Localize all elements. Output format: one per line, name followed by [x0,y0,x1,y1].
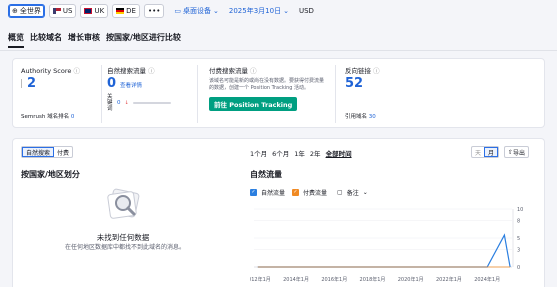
referring-domains-value[interactable]: 30 [369,114,376,120]
y-tick-label: 10 [517,207,523,213]
filter-worldwide[interactable]: ⊕ 全世界 [8,4,45,18]
y-tick-label: 8 [517,219,520,225]
chevron-down-icon: ⌄ [362,189,368,196]
flag-de-icon [116,8,125,14]
empty-state-icon [105,185,143,223]
info-icon: ⓘ [250,67,257,75]
x-tick-label: 2024年1月 [474,276,500,283]
organic-traffic-block: 自然搜索流量 ⓘ 0 查看详情 关键词 0 ↓ [107,65,193,112]
keywords-label: 关键词 [107,94,113,112]
metric-divider [101,65,102,123]
organic-traffic-chart-title: 自然流量 [250,170,282,179]
flag-uk-icon [84,8,93,14]
x-tick-label: 2016年1月 [321,276,347,283]
keywords-bar [132,102,171,104]
toggle-paid[interactable]: 付费 [54,147,72,157]
period-all[interactable]: 全部时间 [326,148,352,158]
y-tick-label: 3 [517,248,520,254]
legend-organic: 自然流量 [261,190,286,197]
organic-traffic-label: 自然搜索流量 [107,67,146,75]
toggle-organic[interactable]: 自然搜索 [22,147,55,157]
backlinks-value[interactable]: 52 [345,76,445,91]
granularity-day[interactable]: 天 [472,147,484,157]
organic-traffic-chart: 0 3 5 8 10 2012年1月 2014年1月 2016年1月 2018年1月 2020年1… [250,207,523,283]
metric-divider [197,65,198,123]
x-tick-label: 2014年1月 [283,276,309,283]
chevron-down-icon: ⌄ [283,7,289,15]
info-icon: ⓘ [73,67,80,75]
authority-score-value[interactable]: 2 [27,76,36,91]
checkbox-checked-icon[interactable]: ✓ [292,189,300,196]
authority-score-label: Authority Score [21,67,72,75]
metric-divider [335,65,336,123]
metrics-card: Authority Score ⓘ 2 Semrush 域名排名 0 自然搜索流… [12,58,545,128]
more-filters-button[interactable]: ••• [144,4,165,18]
chart-legend: ✓ 自然流量 ✓ 付费流量 ▢ 备注 ⌄ [250,188,368,197]
x-tick-label: 2012年1月 [250,276,271,283]
x-tick-label: 2018年1月 [360,276,386,283]
filter-bar: ⊕ 全世界 US UK DE ••• ▭ 桌面设备 ⌄ 2025年3月10日 ⌄… [0,0,557,22]
authority-score-block: Authority Score ⓘ 2 Semrush 域名排名 0 [21,65,101,120]
filter-uk[interactable]: UK [80,4,109,18]
main-tabs: 概览 比较域名 增长审核 按国家/地区进行比较 [8,32,181,48]
y-tick-label: 0 [517,265,520,271]
device-selector[interactable]: ▭ 桌面设备 ⌄ [174,6,219,16]
legend-paid: 付费流量 [303,190,328,197]
organic-series-line [257,233,511,268]
y-tick-label: 5 [517,236,520,242]
semrush-rank-label: Semrush 域名排名 [21,114,70,120]
semrush-rank-value[interactable]: 0 [71,114,75,120]
checkbox-checked-icon[interactable]: ✓ [250,189,257,196]
gauge-icon [21,79,24,88]
period-6m[interactable]: 6个月 [272,148,289,158]
chevron-down-icon: ⌄ [213,7,219,15]
position-tracking-button[interactable]: 前往 Position Tracking [209,97,298,111]
tab-overview[interactable]: 概览 [8,32,24,48]
organic-traffic-value[interactable]: 0 [107,76,116,91]
globe-icon: ⊕ [12,7,18,15]
backlinks-block: 反向链接 ⓘ 52 引用域名 30 [345,65,445,120]
paid-traffic-label: 付费搜索流量 [209,67,248,75]
filter-us[interactable]: US [48,4,77,18]
info-icon: ⓘ [373,67,380,75]
down-arrow-icon: ↓ [124,100,129,106]
tabs-divider [0,50,557,51]
granularity-month[interactable]: 月 [484,147,499,157]
tab-compare-domains[interactable]: 比较域名 [30,32,62,46]
export-button[interactable]: ⇧ 导出 [504,146,530,158]
empty-state-description: 在任何地区数据库中都找不到此域名的消息。 [64,244,185,251]
date-selector[interactable]: 2025年3月10日 ⌄ [229,6,289,16]
x-tick-label: 2022年1月 [436,276,462,283]
backlinks-label: 反向链接 [345,67,371,75]
empty-state-title: 未找到任何数据 [96,233,150,242]
tab-growth-audit[interactable]: 增长审核 [68,32,100,46]
currency-label: USD [298,7,314,15]
x-tick-label: 2020年1月 [398,276,424,283]
keywords-value[interactable]: 0 [117,100,121,106]
tab-compare-countries[interactable]: 按国家/地区进行比较 [106,32,181,46]
paid-traffic-block: 付费搜索流量 ⓘ 该域名可能是新的或尚在没有数据。要获得付费流量的数据，创建一个… [209,65,329,111]
granularity-toggle: 天 月 [471,146,500,158]
view-details-link[interactable]: 查看详情 [120,81,142,89]
traffic-card: 自然搜索 付费 按国家/地区划分 未找到任何数据 在任何地区数据库中都找不到此域… [12,138,545,287]
by-country-title: 按国家/地区划分 [21,170,80,179]
info-icon: ⓘ [148,67,155,75]
period-1y[interactable]: 1年 [294,148,305,158]
search-type-toggle: 自然搜索 付费 [21,146,74,158]
notes-button[interactable]: 备注 [347,188,359,197]
period-1m[interactable]: 1个月 [250,148,267,158]
notes-icon: ▢ [337,189,343,196]
referring-domains-label: 引用域名 [345,114,368,120]
filter-de[interactable]: DE [112,4,140,18]
paid-traffic-description: 该域名可能是新的或尚在没有数据。要获得付费流量的数据，创建一个 Position… [209,78,325,91]
flag-us-icon [52,8,61,14]
monitor-icon: ▭ [174,7,182,15]
period-2y[interactable]: 2年 [310,148,321,158]
period-selector: 1个月 6个月 1年 2年 全部时间 [250,148,352,158]
